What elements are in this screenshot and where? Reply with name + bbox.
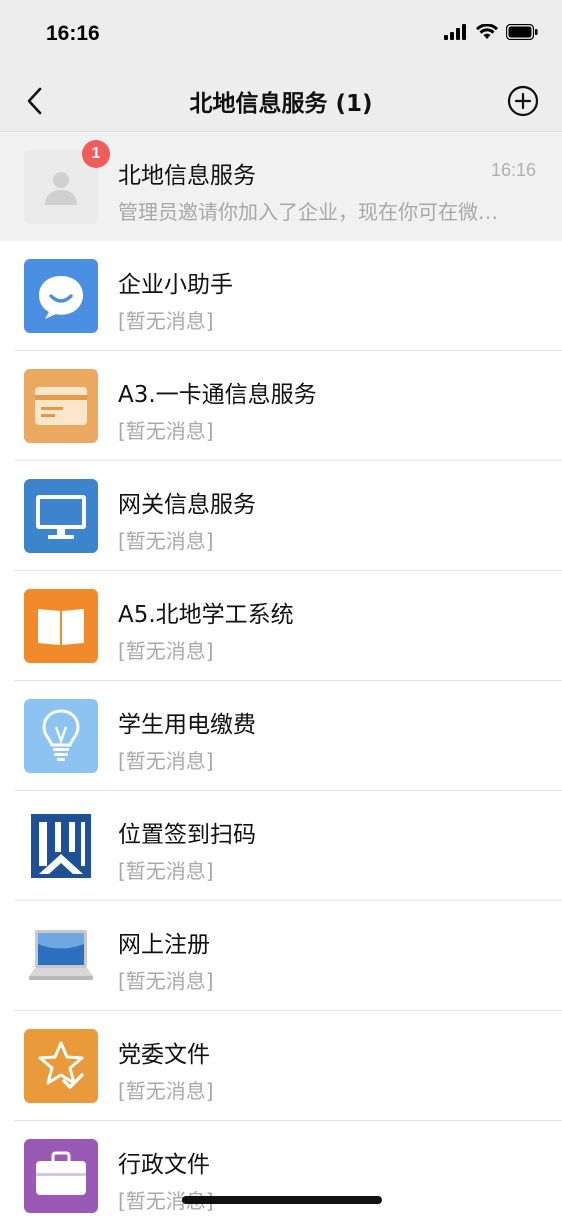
- list-item[interactable]: 企业小助手 [暂无消息]: [0, 241, 562, 351]
- battery-icon: [505, 23, 538, 44]
- conversation-name: A3.一卡通信息服务: [118, 382, 317, 408]
- message-preview: 管理员邀请你加入了企业，现在你可在微…: [118, 200, 498, 224]
- list-item[interactable]: 网关信息服务 [暂无消息]: [0, 461, 562, 571]
- conversation-name: 党委文件: [118, 1042, 210, 1068]
- message-preview: [暂无消息]: [118, 639, 214, 663]
- star-check-icon: [38, 1041, 84, 1089]
- message-preview: [暂无消息]: [118, 749, 214, 773]
- status-time: 16:16: [46, 22, 100, 45]
- list-item[interactable]: 党委文件 [暂无消息]: [0, 1011, 562, 1121]
- add-button[interactable]: [506, 84, 540, 118]
- conversation-name: 网上注册: [118, 932, 210, 958]
- message-time: 16:16: [490, 160, 536, 180]
- list-item[interactable]: 位置签到扫码 [暂无消息]: [0, 791, 562, 901]
- unread-badge: 1: [82, 140, 110, 168]
- list-item[interactable]: A5.北地学工系统 [暂无消息]: [0, 571, 562, 681]
- avatar: [24, 369, 98, 443]
- avatar: [24, 259, 98, 333]
- list-item[interactable]: A3.一卡通信息服务 [暂无消息]: [0, 351, 562, 461]
- conversation-name: 位置签到扫码: [118, 822, 256, 848]
- wifi-icon: [476, 23, 498, 44]
- conversation-name: 行政文件: [118, 1152, 210, 1178]
- conversation-list: 1 北地信息服务 管理员邀请你加入了企业，现在你可在微… 16:16 企业小助手…: [0, 132, 562, 1216]
- person-placeholder-icon: [45, 172, 77, 205]
- conversation-name: A5.北地学工系统: [118, 602, 294, 628]
- chat-bubble-icon: [39, 276, 83, 319]
- card-icon: [35, 387, 87, 425]
- conversation-name: 企业小助手: [118, 272, 233, 298]
- avatar: [24, 699, 98, 773]
- status-icons: [444, 23, 538, 44]
- list-item[interactable]: 网上注册 [暂无消息]: [0, 901, 562, 1011]
- message-preview: [暂无消息]: [118, 969, 214, 993]
- monitor-icon: [36, 495, 86, 539]
- message-preview: [暂无消息]: [118, 859, 214, 883]
- list-item[interactable]: 学生用电缴费 [暂无消息]: [0, 681, 562, 791]
- message-preview: [暂无消息]: [118, 1079, 214, 1103]
- message-preview: [暂无消息]: [118, 419, 214, 443]
- conversation-name: 北地信息服务: [118, 163, 256, 189]
- message-preview: [暂无消息]: [118, 529, 214, 553]
- briefcase-icon: [36, 1151, 86, 1195]
- logo-icon: [31, 814, 91, 878]
- lightbulb-icon: [42, 709, 80, 761]
- signal-icon: [444, 24, 468, 44]
- avatar: [24, 479, 98, 553]
- avatar: [24, 1139, 98, 1213]
- book-icon: [38, 609, 84, 645]
- list-item-pinned[interactable]: 1 北地信息服务 管理员邀请你加入了企业，现在你可在微… 16:16: [0, 132, 562, 241]
- message-preview: [暂无消息]: [118, 309, 214, 333]
- conversation-name: 学生用电缴费: [118, 712, 256, 738]
- conversation-name: 网关信息服务: [118, 492, 256, 518]
- avatar: [24, 809, 98, 883]
- laptop-icon: [29, 930, 93, 980]
- status-bar: 16:16: [0, 0, 562, 70]
- home-indicator[interactable]: [182, 1196, 382, 1204]
- avatar: [24, 919, 98, 993]
- avatar: [24, 589, 98, 663]
- page-title: 北地信息服务 (1): [189, 91, 373, 117]
- nav-bar: 北地信息服务 (1): [0, 70, 562, 132]
- plus-circle-icon: [507, 85, 539, 117]
- avatar: [24, 1029, 98, 1103]
